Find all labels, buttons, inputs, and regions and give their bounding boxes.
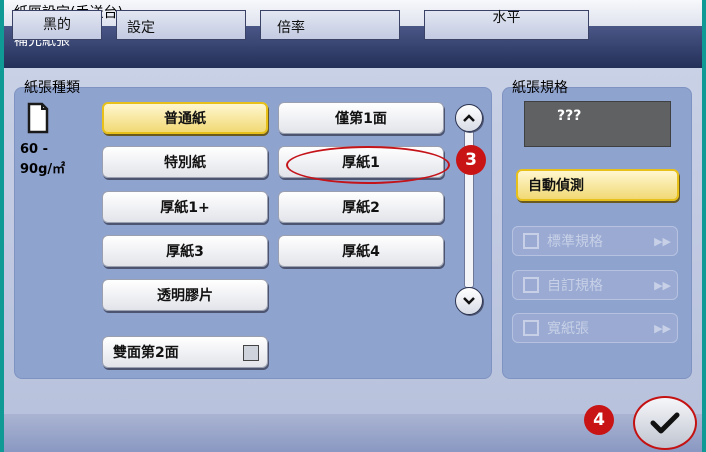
ok-button[interactable] bbox=[633, 396, 697, 450]
fast-forward-icon: ▶▶ bbox=[654, 278, 671, 292]
setting-tab[interactable]: 設定 bbox=[116, 10, 246, 40]
scroll-down-button[interactable] bbox=[455, 287, 483, 315]
standard-size-button[interactable]: 標準規格 ▶▶ bbox=[512, 226, 678, 256]
device-screen: 紙匣設定(手送台) 補充紙張 紙張種類 60 - 90g/㎡ 普通紙 僅第1面 … bbox=[4, 0, 702, 452]
thick3-button[interactable]: 厚紙3 bbox=[102, 235, 268, 267]
wide-paper-icon bbox=[523, 320, 539, 336]
custom-size-icon bbox=[523, 277, 539, 293]
thick4-button[interactable]: 厚紙4 bbox=[278, 235, 444, 267]
scroll-track[interactable] bbox=[464, 116, 474, 288]
checkmark-icon bbox=[650, 412, 680, 434]
single-side-button[interactable]: 僅第1面 bbox=[278, 102, 444, 134]
paper-size-title: 紙張規格 bbox=[512, 80, 568, 96]
special-paper-button[interactable]: 特別紙 bbox=[102, 146, 268, 178]
fast-forward-icon: ▶▶ bbox=[654, 234, 671, 248]
magnification-tab[interactable]: 倍率 bbox=[260, 10, 400, 40]
auto-detect-button[interactable]: 自動偵測 bbox=[516, 169, 679, 201]
duplex-side2-button[interactable]: 雙面第2面 bbox=[102, 336, 268, 368]
paper-type-title: 紙張種類 bbox=[24, 80, 80, 96]
plain-paper-button[interactable]: 普通紙 bbox=[102, 102, 268, 134]
step4-badge: 4 bbox=[584, 405, 614, 435]
scroll-up-button[interactable] bbox=[455, 104, 483, 132]
fast-forward-icon: ▶▶ bbox=[654, 321, 671, 335]
highlight-oval bbox=[286, 146, 450, 184]
horizontal-tab[interactable]: 水平 bbox=[424, 10, 589, 40]
paper-weight-line1: 60 - bbox=[20, 142, 49, 157]
custom-size-button[interactable]: 自訂規格 ▶▶ bbox=[512, 270, 678, 300]
duplex-side2-label: 雙面第2面 bbox=[113, 345, 179, 361]
checkbox-icon bbox=[243, 345, 259, 361]
paper-size-value: ??? bbox=[557, 108, 582, 124]
horizontal-tab-label: 水平 bbox=[492, 10, 521, 26]
paper-weight-line2: 90g/㎡ bbox=[20, 162, 66, 177]
paper-size-display: ??? bbox=[524, 101, 671, 147]
thick1plus-button[interactable]: 厚紙1+ bbox=[102, 191, 268, 223]
black-tab[interactable]: 黑的 bbox=[12, 10, 102, 40]
transparency-button[interactable]: 透明膠片 bbox=[102, 279, 268, 311]
custom-size-label: 自訂規格 bbox=[547, 278, 603, 294]
thick2-button[interactable]: 厚紙2 bbox=[278, 191, 444, 223]
black-tab-label: 黑的 bbox=[43, 17, 71, 33]
standard-size-label: 標準規格 bbox=[547, 234, 603, 250]
chevron-down-icon bbox=[463, 297, 475, 305]
setting-tab-label: 設定 bbox=[127, 20, 155, 36]
wide-paper-button[interactable]: 寬紙張 ▶▶ bbox=[512, 313, 678, 343]
standard-size-icon bbox=[523, 233, 539, 249]
magnification-tab-label: 倍率 bbox=[277, 20, 305, 36]
chevron-up-icon bbox=[463, 114, 475, 122]
step3-badge: 3 bbox=[456, 145, 486, 175]
paper-sheet-icon bbox=[27, 102, 49, 134]
wide-paper-label: 寬紙張 bbox=[547, 321, 589, 337]
